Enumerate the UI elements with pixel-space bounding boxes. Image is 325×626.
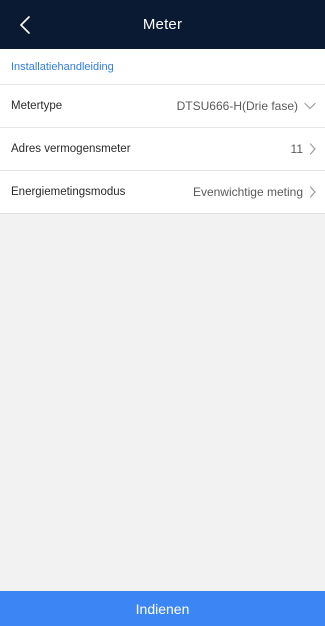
chevron-right-icon [309,143,316,155]
meter-address-label: Adres vermogensmeter [11,143,131,155]
settings-panel: Installatiehandleiding Metertype DTSU666… [0,49,325,214]
meter-type-row[interactable]: Metertype DTSU666-H(Drie fase) [0,85,325,128]
page-title: Meter [142,16,183,33]
chevron-right-icon [309,186,316,198]
meter-type-label: Metertype [11,100,63,112]
energy-mode-value: Evenwichtige meting [192,185,303,199]
meter-address-value: 11 [290,142,303,156]
top-bar: Meter [0,0,325,49]
chevron-down-icon [304,102,316,110]
installation-guide-link[interactable]: Installatiehandleiding [0,49,325,85]
meter-address-row[interactable]: Adres vermogensmeter 11 [0,128,325,171]
energy-mode-row[interactable]: Energiemetingsmodus Evenwichtige meting [0,171,325,214]
meter-type-value: DTSU666-H(Drie fase) [176,99,298,113]
energy-mode-label: Energiemetingsmodus [11,186,126,198]
submit-button[interactable]: Indienen [0,591,325,626]
